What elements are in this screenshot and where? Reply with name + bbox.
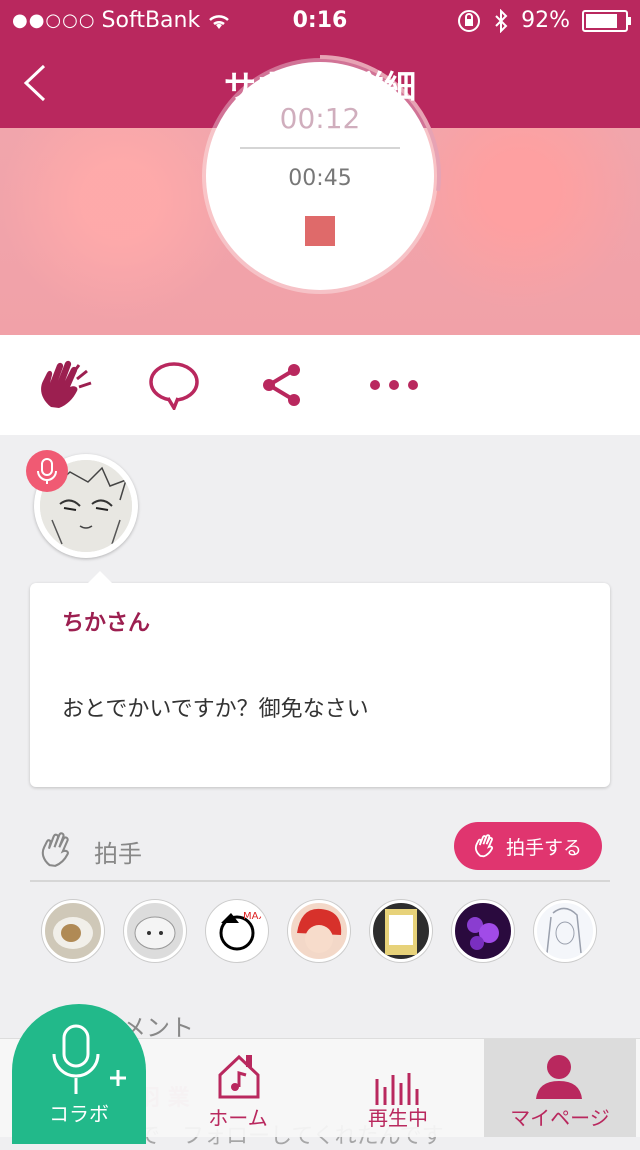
more-action[interactable] [364,355,424,415]
status-bar: ●●○○○ SoftBank 0:16 92% [0,0,640,40]
microphone-plus-icon [52,1024,126,1094]
user-icon [536,1055,582,1099]
microphone-icon [37,458,57,484]
clapper-avatar[interactable] [452,900,514,962]
orientation-lock-icon [458,9,481,32]
clapper-avatar[interactable] [124,900,186,962]
comment-action[interactable] [144,355,204,415]
clapper-avatar-list: MAX [42,900,622,970]
post-message: おとでかいですか？御免なさい [62,697,369,722]
clapper-avatar[interactable] [42,900,104,962]
battery-percent: 92% [521,8,570,33]
clap-action[interactable] [36,355,96,415]
svg-text:MAX: MAX [243,911,265,922]
bluetooth-icon [495,8,508,33]
clap-section-header: 拍手 拍手する [30,820,610,882]
player-divider [240,147,400,149]
post-card: ちかさん おとでかいですか？御免なさい [30,571,610,787]
clapping-hands-icon [474,834,494,858]
clap-button-label: 拍手する [505,836,582,859]
stop-button[interactable] [305,216,335,246]
home-icon [218,1054,260,1099]
status-right: 92% [457,8,631,33]
clapper-avatar[interactable] [370,900,432,962]
clapper-avatar[interactable] [534,900,596,962]
share-action[interactable] [252,355,312,415]
clapper-avatar[interactable] [288,900,350,962]
page-title: サウンド詳細 [223,68,416,106]
clap-button[interactable]: 拍手する [454,822,602,870]
poster-name[interactable]: ちかさん [62,605,150,637]
speech-bubble-icon [149,362,199,410]
share-icon [263,364,300,406]
battery-icon [582,9,631,32]
collab-label: コラボ [49,1102,109,1126]
tab-home-label: ホーム [208,1106,268,1130]
clapping-hands-icon [41,360,92,408]
tab-mypage[interactable]: マイページ [484,1039,636,1137]
total-time: 00:45 [288,166,352,191]
tab-now-playing[interactable]: 再生中 [328,1039,468,1137]
clapper-avatar[interactable]: MAX [206,900,268,962]
collab-button[interactable]: コラボ [12,1004,146,1144]
tab-home[interactable]: ホーム [168,1039,308,1137]
equalizer-icon [375,1073,419,1105]
more-dots-icon [370,380,418,390]
clapping-hands-icon [41,832,69,867]
tab-now-playing-label: 再生中 [368,1106,428,1130]
clap-section-label: 拍手 [94,840,142,868]
action-bar [0,335,640,435]
voice-post-badge [26,450,68,492]
tab-mypage-label: マイページ [510,1106,610,1130]
